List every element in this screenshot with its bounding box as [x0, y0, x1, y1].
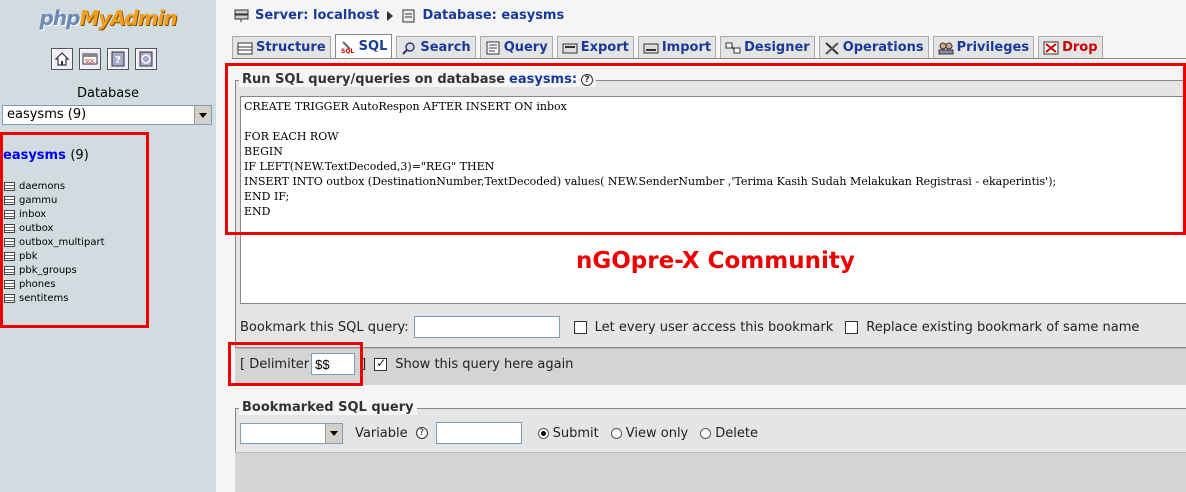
bookmark-row: Bookmark this SQL query: Let every user …: [240, 316, 1139, 338]
variable-input[interactable]: [435, 422, 522, 444]
tab-drop[interactable]: Drop: [1038, 36, 1103, 58]
drop-icon: [1043, 41, 1059, 54]
radio-submit-label[interactable]: Submit: [553, 426, 599, 441]
breadcrumb-arrow-icon: [387, 10, 394, 21]
chevron-down-icon[interactable]: [194, 106, 211, 124]
navigation-frame: phpMyAdmin SQL ? Database easysms (9) ea…: [0, 0, 216, 492]
svg-text:SQL: SQL: [85, 59, 95, 65]
tab-designer[interactable]: Designer: [720, 36, 815, 58]
tab-sql[interactable]: SQL SQL: [334, 34, 393, 58]
breadcrumb: Server: localhost Database: easysms: [234, 8, 564, 23]
svg-text:SQL: SQL: [341, 48, 354, 54]
variable-label: Variable: [355, 425, 408, 441]
watermark-text: nGOpre-X Community: [576, 248, 855, 274]
database-label: Database: [76, 86, 140, 101]
replace-existing-checkbox[interactable]: [845, 320, 859, 334]
tab-structure[interactable]: Structure: [232, 36, 331, 58]
logo-php-text: php: [39, 6, 81, 30]
tab-designer-label[interactable]: Designer: [744, 40, 810, 55]
logo-myadmin-text: MyAdmin: [79, 6, 177, 30]
bookmark-label: Bookmark this SQL query:: [240, 319, 409, 335]
main-frame: Server: localhost Database: easysms Stru…: [216, 0, 1186, 492]
bookmark-select[interactable]: [240, 422, 343, 444]
help-icon[interactable]: ?: [415, 427, 428, 439]
import-icon: [643, 43, 659, 53]
tab-operations-label[interactable]: Operations: [843, 40, 924, 55]
users-icon: [938, 42, 954, 54]
database-select-value: easysms (9): [7, 107, 87, 122]
bookmarked-query-row: Variable ? Submit View only Delete: [240, 422, 758, 444]
radio-view-only-label[interactable]: View only: [626, 426, 688, 441]
tab-structure-label[interactable]: Structure: [256, 40, 326, 55]
let-every-user-label[interactable]: Let every user access this bookmark: [595, 320, 834, 335]
breadcrumb-server[interactable]: Server: localhost: [255, 8, 379, 23]
highlight-box-delimiter: [228, 342, 363, 386]
radio-submit[interactable]: [537, 427, 549, 439]
sql-query-icon[interactable]: SQL: [79, 48, 101, 70]
sql-icon: SQL: [341, 40, 354, 54]
home-icon[interactable]: [51, 48, 73, 70]
tab-operations[interactable]: Operations: [818, 36, 929, 58]
breadcrumb-database[interactable]: Database: easysms: [422, 8, 564, 23]
replace-existing-label[interactable]: Replace existing bookmark of same name: [866, 320, 1139, 335]
export-icon: [562, 43, 578, 53]
tab-sql-label[interactable]: SQL: [359, 39, 388, 54]
quick-icons: SQL ?: [51, 48, 157, 70]
radio-delete[interactable]: [700, 427, 712, 439]
query-icon: [486, 41, 500, 54]
show-query-again-label[interactable]: Show this query here again: [395, 357, 573, 372]
bookmark-name-input[interactable]: [413, 316, 560, 338]
radio-delete-label[interactable]: Delete: [715, 426, 758, 441]
database-select[interactable]: easysms (9): [2, 105, 212, 125]
tab-import-label[interactable]: Import: [662, 40, 711, 55]
docs-icon[interactable]: ?: [107, 48, 129, 70]
bookmarked-action-bar: [235, 452, 1186, 492]
tab-bar: Structure SQL SQL Search Query Export Im…: [232, 34, 1103, 58]
tab-privileges-label[interactable]: Privileges: [957, 40, 1029, 55]
tab-import[interactable]: Import: [637, 36, 717, 58]
tab-divider: [232, 58, 1186, 59]
wrench-icon: [825, 41, 839, 55]
let-every-user-checkbox[interactable]: [573, 320, 587, 334]
search-icon: [402, 41, 416, 55]
tab-export-label[interactable]: Export: [581, 40, 629, 55]
show-query-again-checkbox[interactable]: [374, 356, 388, 371]
sql-docs-icon[interactable]: [135, 48, 157, 70]
highlight-box-sql: [225, 63, 1186, 235]
server-icon: [234, 9, 249, 22]
tab-search-label[interactable]: Search: [420, 40, 470, 55]
svg-text:?: ?: [115, 55, 121, 66]
tab-drop-label[interactable]: Drop: [1062, 40, 1097, 55]
tab-search[interactable]: Search: [396, 36, 476, 58]
database-icon: [402, 9, 415, 22]
designer-icon: [725, 42, 741, 53]
structure-icon: [237, 42, 253, 54]
tab-query[interactable]: Query: [479, 36, 553, 58]
highlight-box-tables: [0, 132, 149, 328]
radio-view-only[interactable]: [610, 427, 622, 439]
tab-query-label[interactable]: Query: [504, 40, 548, 55]
tab-privileges[interactable]: Privileges: [932, 36, 1035, 58]
phpmyadmin-logo[interactable]: phpMyAdmin: [0, 6, 216, 30]
tab-export[interactable]: Export: [556, 36, 634, 58]
bookmarked-query-legend: Bookmarked SQL query: [239, 400, 417, 415]
chevron-down-icon[interactable]: [325, 423, 342, 443]
